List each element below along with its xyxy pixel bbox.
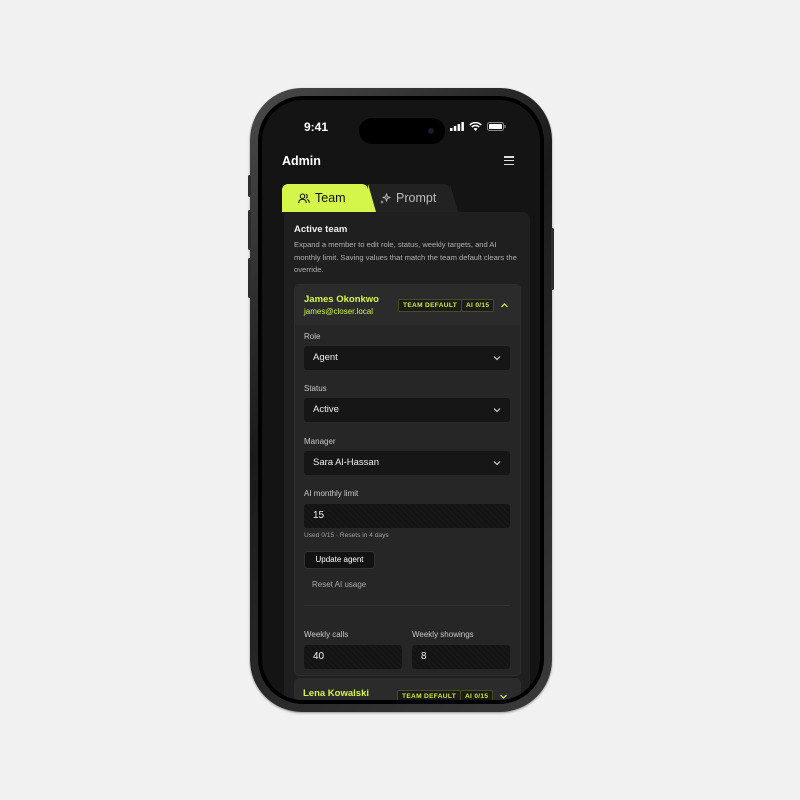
status-bar: 9:41 (262, 118, 540, 144)
section-divider (304, 605, 510, 606)
update-agent-button[interactable]: Update agent (304, 551, 375, 569)
app-header: Admin (262, 150, 540, 174)
status-value: Active (313, 404, 339, 415)
panel-title: Active team (294, 224, 348, 235)
member-name: James Okonkwo (304, 294, 379, 305)
chevron-down-icon[interactable] (499, 692, 508, 700)
power-button (551, 228, 554, 290)
member-card-header[interactable]: James Okonkwo james@closer.local TEAM DE… (295, 285, 520, 325)
manager-select[interactable]: Sara Al-Hassan (304, 451, 510, 475)
manager-value: Sara Al-Hassan (313, 457, 380, 468)
status-label: Status (304, 384, 327, 393)
panel-description: Expand a member to edit role, status, we… (294, 240, 517, 274)
manager-label: Manager (304, 437, 336, 446)
menu-icon[interactable] (504, 156, 514, 165)
status-select[interactable]: Active (304, 398, 510, 422)
role-select[interactable]: Agent (304, 346, 510, 370)
member-email: james@closer.local (304, 307, 374, 316)
chevron-down-icon (493, 356, 501, 361)
ai-limit-label: AI monthly limit (304, 489, 359, 498)
member-name: Lena Kowalski (303, 688, 369, 699)
signal-icon (450, 122, 464, 131)
weekly-showings-input[interactable]: 8 (412, 645, 510, 669)
status-time: 9:41 (304, 120, 329, 134)
screen: 9:41 Admin Prompt Team Active team Expan… (262, 100, 540, 700)
volume-up-button (248, 210, 251, 250)
status-icons (450, 122, 506, 131)
users-icon (298, 193, 310, 203)
chevron-up-icon[interactable] (500, 301, 509, 310)
team-default-badge: TEAM DEFAULT (398, 299, 463, 312)
tab-team-label: Team (315, 191, 346, 205)
chevron-down-icon (493, 461, 501, 466)
weekly-showings-label: Weekly showings (412, 630, 474, 639)
dynamic-island (359, 118, 445, 144)
page-title: Admin (282, 154, 321, 168)
role-value: Agent (313, 352, 338, 363)
weekly-calls-input[interactable]: 40 (304, 645, 402, 669)
reset-ai-usage-button[interactable]: Reset AI usage (312, 580, 366, 589)
ai-limit-input[interactable]: 15 (304, 504, 510, 528)
member-card-expanded: James Okonkwo james@closer.local TEAM DE… (294, 284, 521, 676)
phone-bezel: 9:41 Admin Prompt Team Active team Expan… (258, 96, 544, 704)
ai-usage-badge: AI 0/15 (461, 299, 495, 312)
tab-prompt-label: Prompt (396, 191, 437, 205)
chevron-down-icon (493, 408, 501, 413)
role-label: Role (304, 332, 321, 341)
camera-icon (428, 128, 434, 134)
team-panel: Active team Expand a member to edit role… (284, 212, 530, 700)
team-default-badge: TEAM DEFAULT (397, 690, 462, 700)
weekly-calls-label: Weekly calls (304, 630, 349, 639)
tab-team[interactable]: Team (282, 184, 376, 212)
sparkle-icon (380, 192, 391, 204)
wifi-icon (469, 122, 482, 131)
member-card-collapsed[interactable]: Lena Kowalski TEAM DEFAULT AI 0/15 (294, 678, 521, 700)
ai-usage-badge: AI 0/15 (460, 690, 494, 700)
battery-icon (487, 122, 506, 131)
action-button (248, 175, 251, 197)
volume-down-button (248, 258, 251, 298)
ai-usage-hint: Used 0/15 · Resets in 4 days (304, 532, 389, 539)
